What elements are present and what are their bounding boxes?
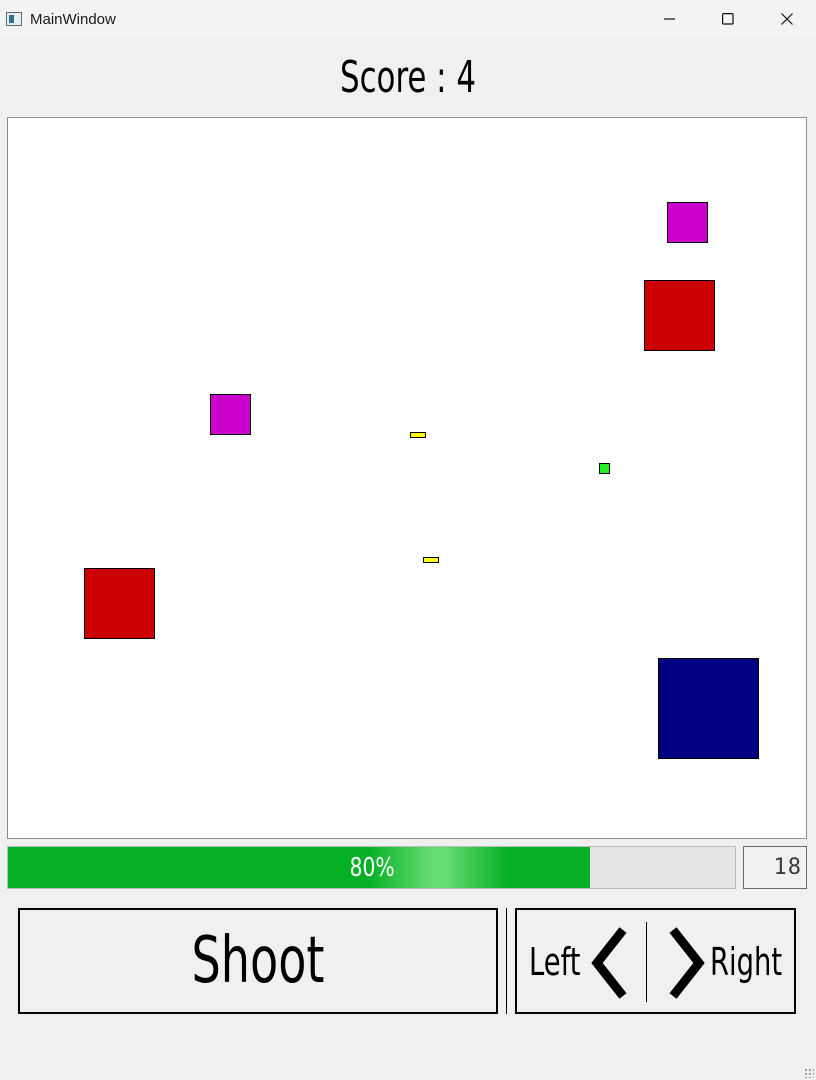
direction-controls: Left Right bbox=[515, 908, 796, 1014]
score-label: Score : 4 bbox=[339, 52, 477, 103]
enemy-square bbox=[667, 202, 708, 243]
minimize-icon bbox=[664, 18, 675, 20]
title-bar: MainWindow bbox=[0, 0, 816, 38]
progress-text: 80% bbox=[349, 853, 395, 883]
nav-divider bbox=[646, 922, 647, 1002]
close-icon bbox=[781, 13, 793, 25]
enemy-square bbox=[644, 280, 715, 351]
bullet bbox=[423, 557, 439, 563]
resize-grip[interactable] bbox=[804, 1068, 814, 1078]
player-ship bbox=[599, 463, 610, 474]
game-scene[interactable] bbox=[7, 117, 807, 839]
enemy-square bbox=[84, 568, 155, 639]
shoot-label: Shoot bbox=[191, 924, 325, 998]
close-button[interactable] bbox=[758, 0, 816, 38]
window-title: MainWindow bbox=[30, 11, 116, 28]
maximize-button[interactable] bbox=[699, 0, 757, 38]
right-label: Right bbox=[709, 940, 782, 984]
minimize-button[interactable] bbox=[641, 0, 699, 38]
chevron-left-button[interactable] bbox=[587, 924, 635, 1002]
left-label: Left bbox=[529, 940, 581, 984]
lcd-counter: 18 bbox=[743, 846, 807, 889]
chevron-right-button[interactable] bbox=[661, 924, 709, 1002]
progress-bar: 80% bbox=[7, 846, 736, 889]
enemy-square bbox=[658, 658, 759, 759]
bullet bbox=[410, 432, 426, 438]
app-icon bbox=[6, 12, 22, 26]
shoot-button[interactable]: Shoot bbox=[18, 908, 498, 1014]
enemy-square bbox=[210, 394, 251, 435]
maximize-icon bbox=[722, 13, 734, 25]
lcd-digits: 18 bbox=[773, 855, 802, 880]
vertical-separator bbox=[506, 908, 507, 1014]
